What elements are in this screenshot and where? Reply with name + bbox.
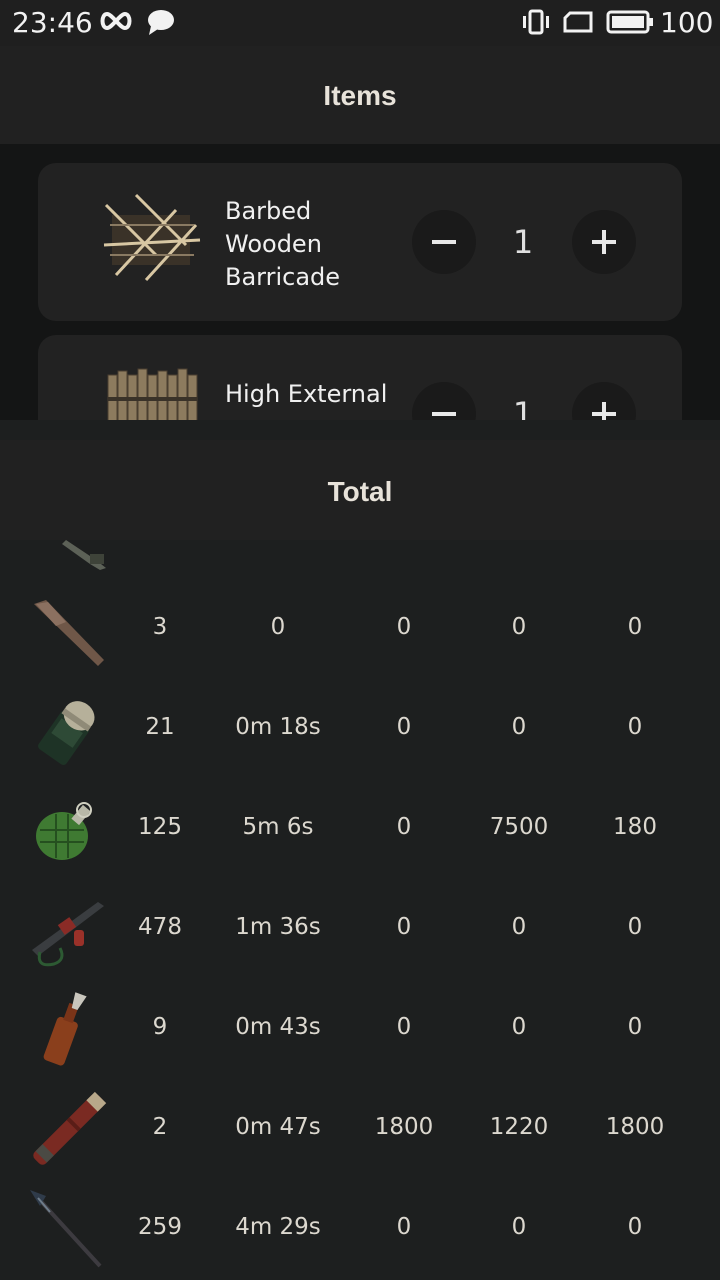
mace-icon [34, 600, 104, 666]
table-cell: 0 [396, 614, 412, 640]
items-list: Barbed Wooden Barricade 1 High External [0, 144, 720, 420]
table-cell: 0 [511, 1214, 527, 1240]
item-card: High External 1 [38, 335, 682, 420]
status-time: 23:46 [12, 6, 93, 39]
infinity-icon [100, 11, 132, 31]
item-name: Barbed Wooden Barricade [225, 197, 341, 291]
totals-list: 3 0 0 0 0 21 0m 18s 0 0 0 125 5m 6s 0 75… [0, 540, 720, 1280]
table-cell: 0 [396, 914, 412, 940]
table-row: 3 0 0 0 0 [0, 580, 720, 680]
table-cell: 0 [511, 1014, 527, 1040]
increase-button[interactable] [572, 382, 636, 420]
table-cell: 478 [138, 914, 182, 940]
table-cell: 3 [152, 614, 168, 640]
table-cell: 0 [627, 914, 643, 940]
items-title: Items [323, 80, 397, 111]
increase-button[interactable] [572, 210, 636, 274]
table-cell: 125 [138, 814, 182, 840]
plus-icon [592, 230, 616, 254]
table-row: 259 4m 29s 0 0 0 [0, 1180, 720, 1280]
item-card: Barbed Wooden Barricade 1 [38, 163, 682, 321]
table-cell: 9 [152, 1014, 168, 1040]
minus-icon [432, 412, 456, 416]
table-row: 125 5m 6s 0 7500 180 [0, 780, 720, 880]
molotov-icon [43, 992, 87, 1066]
total-header: Total [0, 440, 720, 540]
table-cell: 0 [396, 1214, 412, 1240]
table-cell: 0 [270, 614, 286, 640]
table-cell: 0 [627, 714, 643, 740]
decrease-button[interactable] [412, 210, 476, 274]
table-cell: 4m 29s [235, 1214, 321, 1240]
vibrate-icon [523, 9, 549, 35]
status-bar: 23:46 100 [0, 0, 720, 46]
minus-icon [432, 240, 456, 244]
item-quantity: 1 [512, 223, 534, 261]
spear-icon [30, 1190, 102, 1268]
table-cell: 0 [511, 714, 527, 740]
table-row: 478 1m 36s 0 0 0 [0, 880, 720, 980]
table-cell: 5m 6s [242, 814, 314, 840]
table-cell: 0 [511, 914, 527, 940]
high-external-wall-icon [107, 368, 198, 420]
table-cell: 0 [627, 1214, 643, 1240]
rotate-icon [563, 11, 593, 33]
plus-icon [592, 402, 616, 420]
message-icon [148, 10, 174, 35]
table-cell: 1220 [489, 1114, 549, 1140]
table-cell: 259 [138, 1214, 182, 1240]
table-cell: 1m 36s [235, 914, 321, 940]
table-row: 2 0m 47s 1800 1220 1800 [0, 1080, 720, 1180]
table-cell: 0 [627, 614, 643, 640]
table-cell: 2 [152, 1114, 168, 1140]
f1-grenade-icon [36, 802, 92, 860]
table-cell: 180 [613, 814, 657, 840]
rocket-icon [33, 1091, 107, 1165]
flamethrower-icon [32, 902, 104, 967]
battery-icon [606, 10, 653, 34]
battery-level: 100 [660, 6, 714, 39]
table-cell: 0 [396, 1014, 412, 1040]
item-name: High External [225, 380, 388, 408]
item-quantity: 1 [512, 395, 534, 420]
table-cell: 0 [396, 714, 412, 740]
items-header: Items [0, 46, 720, 144]
grenade-round-icon [38, 701, 95, 765]
decrease-button[interactable] [412, 382, 476, 420]
table-cell: 0 [627, 1014, 643, 1040]
table-cell: 1800 [374, 1114, 434, 1140]
table-cell: 0 [511, 614, 527, 640]
table-cell: 0m 43s [235, 1014, 321, 1040]
table-cell: 7500 [489, 814, 549, 840]
table-cell: 1800 [605, 1114, 665, 1140]
total-title: Total [327, 476, 393, 507]
table-cell: 0m 18s [235, 714, 321, 740]
table-row: 9 0m 43s 0 0 0 [0, 980, 720, 1080]
table-row: 21 0m 18s 0 0 0 [0, 680, 720, 780]
barbed-barricade-icon [103, 193, 201, 282]
table-cell: 0 [396, 814, 412, 840]
partial-item-icon [62, 540, 106, 570]
table-cell: 0m 47s [235, 1114, 321, 1140]
table-cell: 21 [145, 714, 175, 740]
